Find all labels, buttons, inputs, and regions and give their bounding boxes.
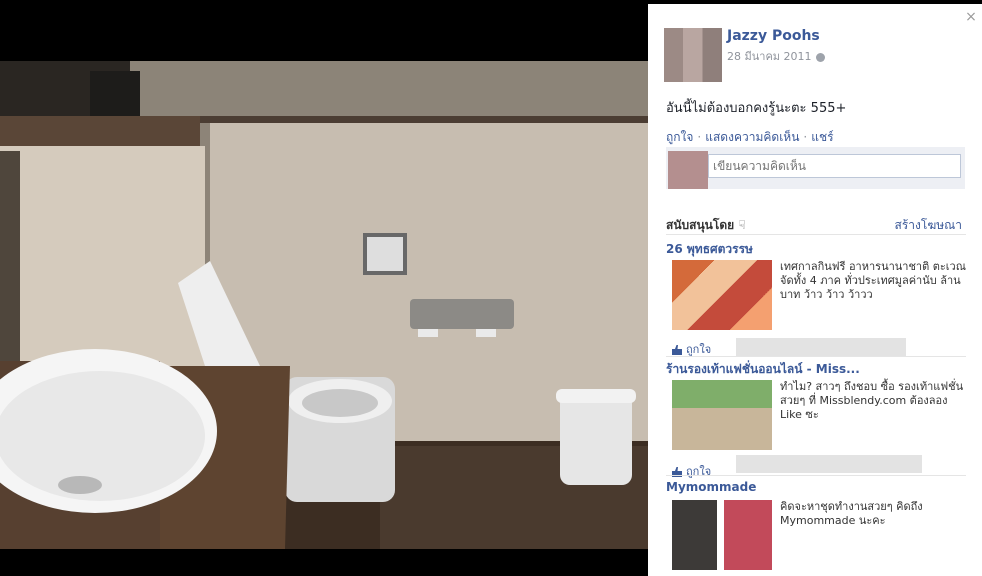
ad-item[interactable]: ร้านรองเท้าแฟชั่นออนไลน์ - Miss... ทำไม?… [666, 360, 966, 480]
author-name[interactable]: Jazzy Poohs [727, 28, 820, 44]
comment-box [666, 147, 965, 189]
close-icon[interactable]: × [964, 10, 978, 24]
sponsored-label: สนับสนุนโดย [666, 218, 735, 232]
ad-text: ทำไม? สาวๆ ถึงชอบ ซื้อ รองเท้าแฟชั่นสวยๆ… [780, 380, 964, 421]
ad-like-label: ถูกใจ [686, 465, 712, 478]
divider [666, 475, 966, 476]
ad-title[interactable]: 26 พุทธศตวรรษ [666, 240, 966, 259]
ad-like-button[interactable]: ถูกใจ [672, 462, 711, 480]
comment-link[interactable]: แสดงความคิดเห็น [705, 130, 799, 144]
divider [666, 356, 966, 357]
ad-item[interactable]: 26 พุทธศตวรรษ เทศกาลกินฟรี อาหารนานาชาติ… [666, 240, 966, 360]
separator-dot: · [697, 130, 702, 144]
photo-stage [0, 0, 648, 576]
separator-dot: · [803, 130, 808, 144]
redacted-block [736, 338, 906, 356]
post-date-text: 28 มีนาคม 2011 [727, 50, 812, 63]
ad-image-food[interactable] [672, 260, 772, 330]
globe-icon [815, 52, 825, 62]
share-link[interactable]: แชร์ [811, 130, 833, 144]
ad-item[interactable]: Mymommade คิดจะหาชุดทำงานสวยๆ คิดถึง Mym… [666, 480, 966, 576]
comment-input[interactable] [708, 154, 961, 178]
author-avatar[interactable] [664, 28, 722, 82]
post-caption: อันนี้ไม่ต้องบอกคงรู้นะตะ 555+ [666, 101, 847, 116]
ad-image-shoes[interactable] [672, 380, 772, 450]
ad-like-label: ถูกใจ [686, 343, 712, 356]
post-actions: ถูกใจ · แสดงความคิดเห็น · แชร์ [666, 128, 834, 147]
ad-title[interactable]: Mymommade [666, 480, 966, 494]
bathroom-photo[interactable] [0, 61, 648, 549]
ad-title[interactable]: ร้านรองเท้าแฟชั่นออนไลน์ - Miss... [666, 360, 966, 379]
divider [666, 234, 966, 235]
ad-text: เทศกาลกินฟรี อาหารนานาชาติ ตะเวณจัดทั้ง … [780, 260, 966, 301]
sponsored-header: สนับสนุนโดย ☟ สร้างโฆษณา [666, 216, 964, 235]
hand-icon: ☟ [738, 218, 746, 232]
ad-image-fashion[interactable] [672, 500, 772, 570]
viewer-avatar [668, 151, 708, 189]
post-date[interactable]: 28 มีนาคม 2011 [727, 47, 825, 65]
photo-side-panel: × Jazzy Poohs 28 มีนาคม 2011 อันนี้ไม่ต้… [648, 4, 982, 576]
ad-text: คิดจะหาชุดทำงานสวยๆ คิดถึง Mymommade นะค… [780, 500, 923, 527]
create-ad-link[interactable]: สร้างโฆษณา [895, 216, 963, 235]
thumbs-up-icon [672, 345, 682, 355]
redacted-block [736, 455, 922, 473]
like-link[interactable]: ถูกใจ [666, 130, 693, 144]
